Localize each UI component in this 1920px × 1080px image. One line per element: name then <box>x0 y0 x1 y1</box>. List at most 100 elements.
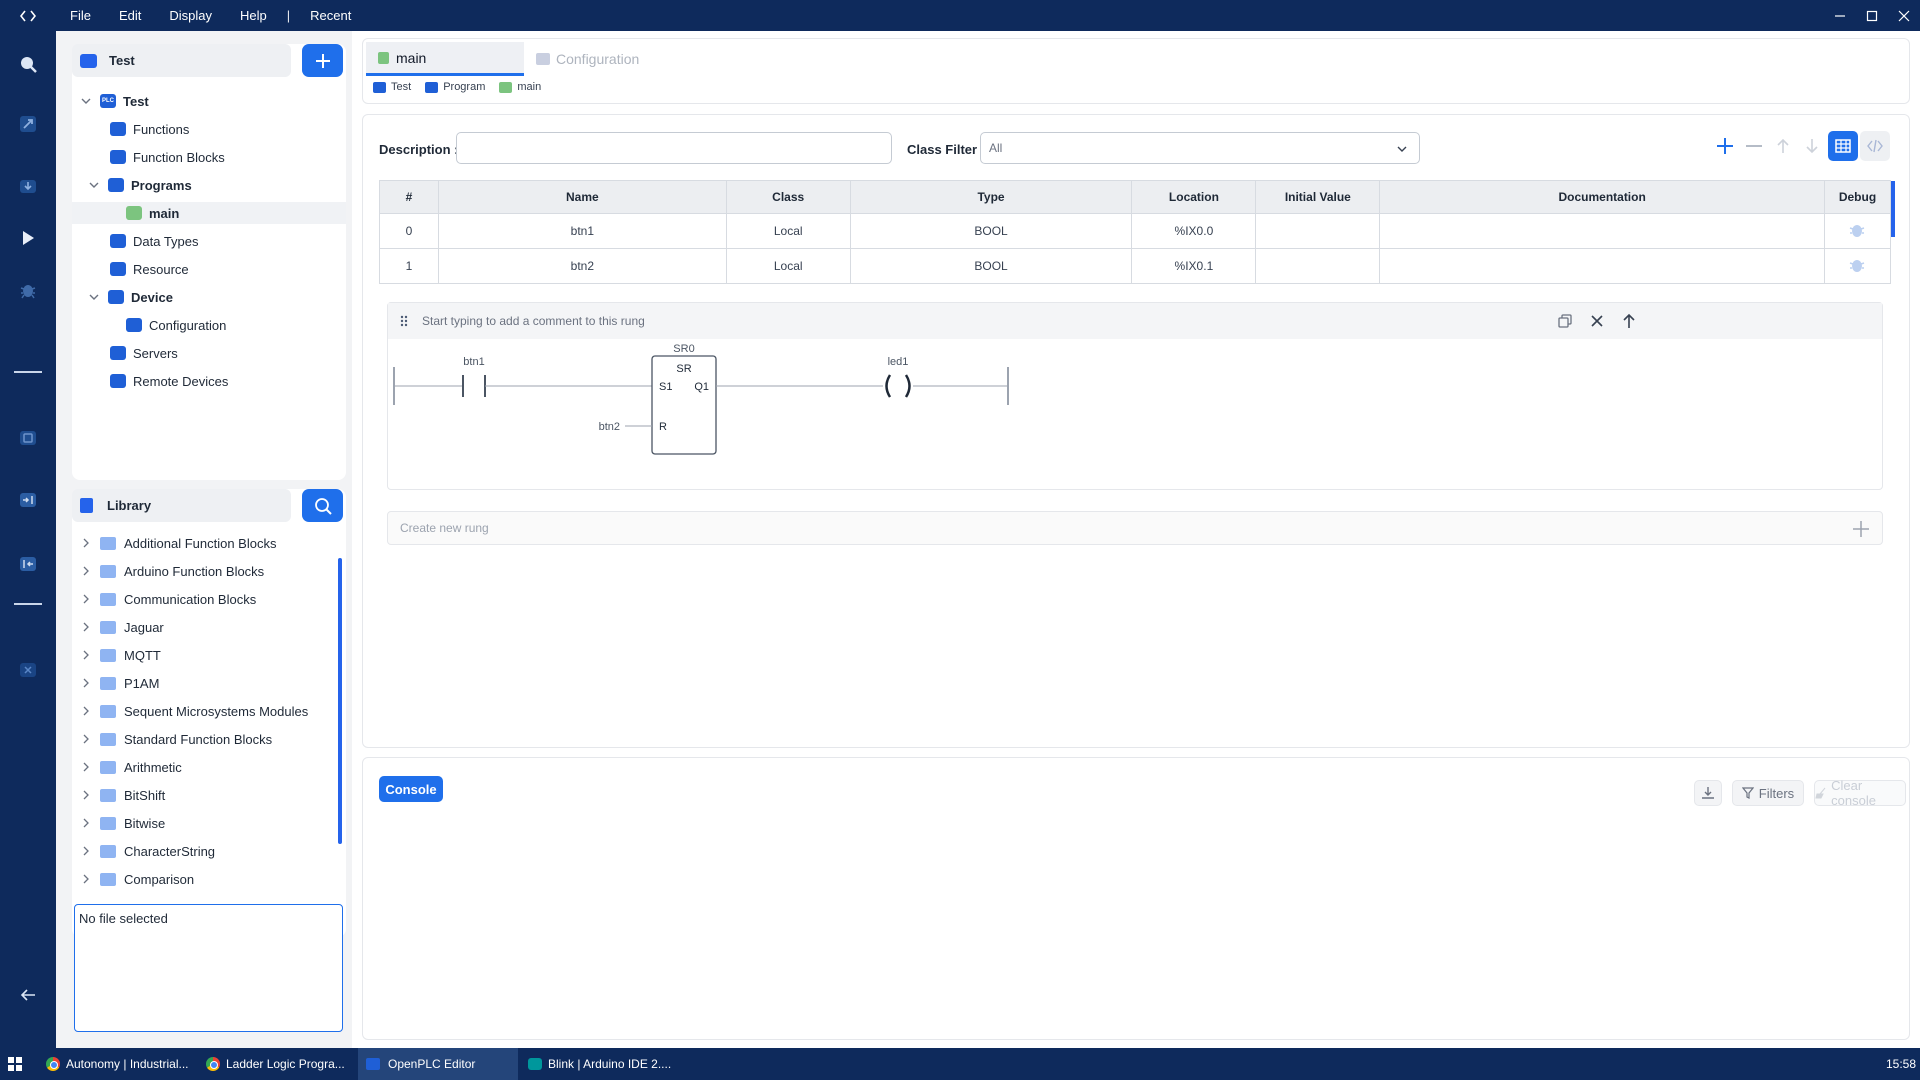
tree-item-test[interactable]: PLC Test <box>80 90 149 112</box>
cell-class[interactable]: Local <box>725 213 851 249</box>
cell-debug[interactable] <box>1823 248 1892 284</box>
maximize-icon[interactable] <box>1856 0 1888 31</box>
tree-item-remote-devices[interactable]: Remote Devices <box>110 370 228 392</box>
tab-configuration[interactable]: Configuration <box>524 42 684 76</box>
chevron-right-icon[interactable] <box>80 537 92 549</box>
chevron-right-icon[interactable] <box>80 621 92 633</box>
library-item[interactable]: Additional Function Blocks <box>80 532 276 554</box>
tree-item-programs[interactable]: Programs <box>88 174 192 196</box>
breadcrumb-item[interactable]: Program <box>425 81 485 93</box>
add-button[interactable] <box>302 44 343 77</box>
menu-edit[interactable]: Edit <box>105 8 155 23</box>
debug-bug-icon[interactable] <box>1848 256 1866 274</box>
cell-type[interactable]: BOOL <box>849 213 1133 249</box>
tree-item-data-types[interactable]: Data Types <box>110 230 199 252</box>
tree-item-main[interactable]: main <box>72 202 346 224</box>
taskbar-item-arduino[interactable]: Blink | Arduino IDE 2.... <box>528 1048 678 1080</box>
clear-console-button[interactable]: Clear console <box>1814 778 1906 808</box>
cell-type[interactable]: BOOL <box>849 248 1133 284</box>
chevron-right-icon[interactable] <box>80 845 92 857</box>
download-icon[interactable] <box>15 173 41 199</box>
chevron-right-icon[interactable] <box>80 873 92 885</box>
library-scrollbar[interactable] <box>338 558 342 844</box>
project-header[interactable]: Test <box>72 44 291 77</box>
description-input[interactable] <box>456 132 892 164</box>
menu-recent[interactable]: Recent <box>296 8 365 23</box>
taskbar-item-autonomy[interactable]: Autonomy | Industrial... <box>46 1048 198 1080</box>
library-item[interactable]: Comparison <box>80 868 194 890</box>
drag-handle-icon[interactable] <box>400 315 408 327</box>
cell-documentation[interactable] <box>1379 248 1825 284</box>
tab-main[interactable]: main <box>366 42 524 76</box>
collapse-arrow-icon[interactable] <box>15 982 41 1008</box>
class-filter-select[interactable]: All <box>980 132 1420 164</box>
chevron-down-icon[interactable] <box>88 291 100 303</box>
library-item[interactable]: BitShift <box>80 784 165 806</box>
library-item[interactable]: Arithmetic <box>80 756 182 778</box>
chevron-right-icon[interactable] <box>80 705 92 717</box>
chevron-right-icon[interactable] <box>80 733 92 745</box>
tree-item-device[interactable]: Device <box>88 286 173 308</box>
rung-comment-input[interactable]: Start typing to add a comment to this ru… <box>422 314 645 328</box>
taskbar-item-ladder-logic[interactable]: Ladder Logic Progra... <box>206 1048 358 1080</box>
breadcrumb-item[interactable]: main <box>499 81 541 93</box>
library-item[interactable]: Bitwise <box>80 812 165 834</box>
chevron-right-icon[interactable] <box>80 817 92 829</box>
minimize-icon[interactable] <box>1824 0 1856 31</box>
chevron-right-icon[interactable] <box>80 649 92 661</box>
debug-bug-icon[interactable] <box>1848 221 1866 239</box>
cell-debug[interactable] <box>1823 213 1892 249</box>
cell-name[interactable]: btn1 <box>437 213 727 249</box>
coil-right[interactable] <box>904 374 911 398</box>
remove-variable-button[interactable] <box>1741 133 1767 159</box>
close-window-icon[interactable] <box>1888 0 1920 31</box>
close-panel-icon[interactable] <box>15 657 41 683</box>
chevron-right-icon[interactable] <box>80 593 92 605</box>
collapse-rung-icon[interactable] <box>1622 313 1636 329</box>
library-search-button[interactable] <box>302 489 343 522</box>
coil-left[interactable] <box>885 374 892 398</box>
library-item[interactable]: MQTT <box>80 644 161 666</box>
plus-icon[interactable] <box>1852 520 1870 538</box>
coil-label[interactable]: led1 <box>888 356 909 368</box>
filters-button[interactable]: Filters <box>1732 780 1804 806</box>
duplicate-rung-icon[interactable] <box>1558 314 1572 328</box>
tree-item-functions[interactable]: Functions <box>110 118 189 140</box>
menu-help[interactable]: Help <box>226 8 281 23</box>
cell-location[interactable]: %IX0.0 <box>1131 213 1257 249</box>
chevron-down-icon[interactable] <box>80 95 92 107</box>
code-view-button[interactable] <box>1860 131 1890 161</box>
library-item[interactable]: Communication Blocks <box>80 588 256 610</box>
console-tab[interactable]: Console <box>379 776 443 802</box>
delete-rung-icon[interactable] <box>1590 314 1604 328</box>
block-instance-name[interactable]: SR0 <box>673 343 694 355</box>
cell-initial-value[interactable] <box>1255 213 1381 249</box>
breadcrumb-item[interactable]: Test <box>373 81 411 93</box>
create-rung-bar[interactable]: Create new rung <box>387 511 1883 545</box>
transfer-in-icon[interactable] <box>15 487 41 513</box>
library-item[interactable]: CharacterString <box>80 840 215 862</box>
cell-initial-value[interactable] <box>1255 248 1381 284</box>
cell-name[interactable]: btn2 <box>437 248 727 284</box>
play-icon[interactable] <box>15 225 41 251</box>
taskbar-item-openplc[interactable]: OpenPLC Editor <box>358 1048 518 1080</box>
cell-class[interactable]: Local <box>725 248 851 284</box>
tree-item-resource[interactable]: Resource <box>110 258 189 280</box>
library-item[interactable]: Jaguar <box>80 616 164 638</box>
chevron-right-icon[interactable] <box>80 565 92 577</box>
cell-documentation[interactable] <box>1379 213 1825 249</box>
chevron-right-icon[interactable] <box>80 677 92 689</box>
menu-display[interactable]: Display <box>155 8 226 23</box>
table-row[interactable]: 0 btn1 Local BOOL %IX0.0 <box>379 213 1892 249</box>
chevron-down-icon[interactable] <box>88 179 100 191</box>
table-row[interactable]: 1 btn2 Local BOOL %IX0.1 <box>379 248 1892 284</box>
debug-icon[interactable] <box>15 277 41 303</box>
library-item[interactable]: P1AM <box>80 672 159 694</box>
move-up-button[interactable] <box>1770 133 1796 159</box>
library-item[interactable]: Standard Function Blocks <box>80 728 272 750</box>
search-icon[interactable] <box>15 51 41 77</box>
device-icon[interactable] <box>15 425 41 451</box>
code-logo-icon[interactable] <box>0 10 56 22</box>
start-button[interactable] <box>8 1048 22 1080</box>
tree-item-function-blocks[interactable]: Function Blocks <box>110 146 225 168</box>
